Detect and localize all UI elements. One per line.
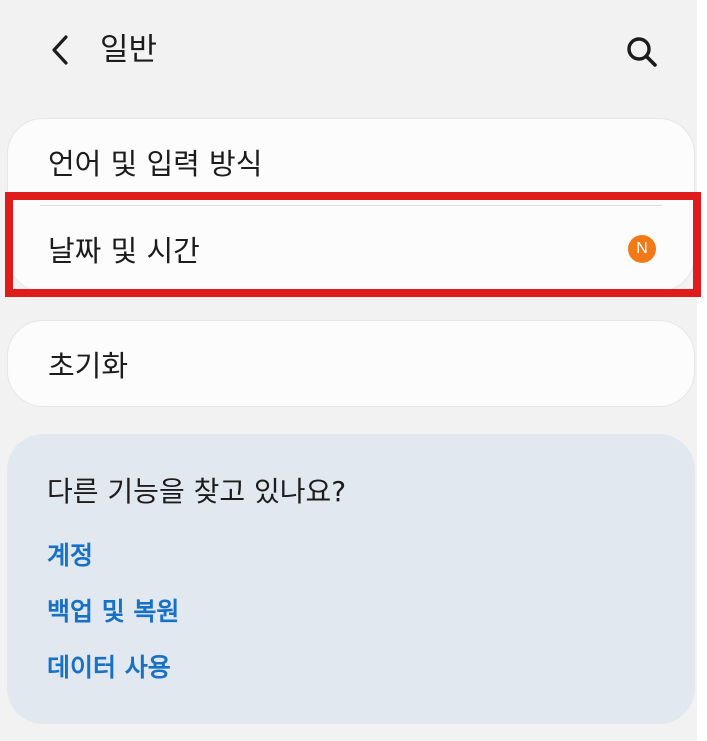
page-title: 일반 — [100, 32, 158, 68]
reset-item[interactable]: 초기화 — [8, 321, 694, 407]
back-button[interactable] — [40, 30, 80, 70]
chevron-left-icon — [52, 35, 68, 65]
language-input-label: 언어 및 입력 방식 — [48, 147, 263, 181]
suggestion-link-account[interactable]: 계정 — [47, 536, 93, 572]
search-icon — [627, 37, 657, 67]
header: 일반 — [0, 0, 697, 100]
suggestions-card: 다른 기능을 찾고 있나요? 계정 백업 및 복원 데이터 사용 — [7, 434, 695, 724]
suggestion-link-data-usage[interactable]: 데이터 사용 — [47, 648, 171, 684]
reset-card: 초기화 — [7, 320, 695, 407]
new-badge: N — [628, 235, 656, 263]
language-input-item[interactable]: 언어 및 입력 방식 — [8, 119, 694, 205]
reset-label: 초기화 — [48, 349, 129, 383]
date-time-item[interactable]: 날짜 및 시간 N — [8, 206, 694, 292]
date-time-label: 날짜 및 시간 — [48, 234, 200, 268]
search-button[interactable] — [620, 30, 664, 74]
settings-screen: 일반 언어 및 입력 방식 날짜 및 시간 N 초기화 다른 기능을 찾고 있나… — [0, 0, 697, 741]
suggestions-title: 다른 기능을 찾고 있나요? — [47, 475, 347, 508]
settings-card: 언어 및 입력 방식 날짜 및 시간 N — [7, 118, 695, 292]
suggestion-link-backup-restore[interactable]: 백업 및 복원 — [47, 592, 179, 628]
